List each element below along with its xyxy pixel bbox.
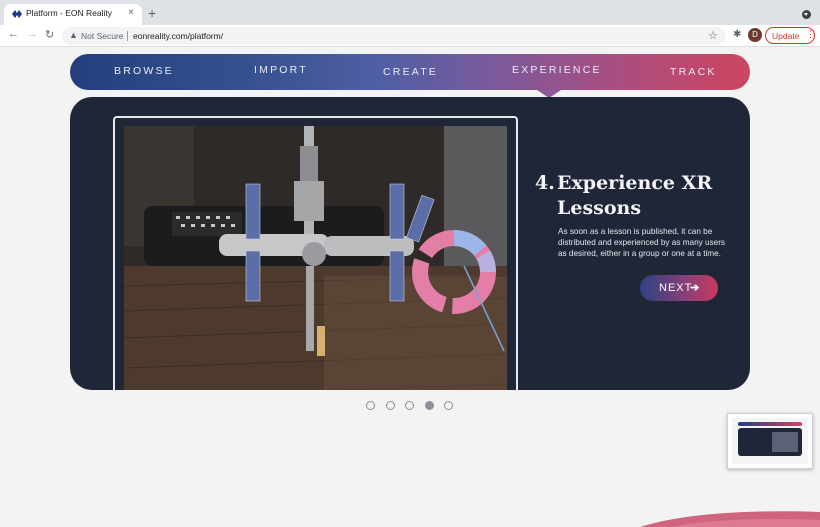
omnibox-divider — [127, 31, 128, 41]
slide-title-line2: Lessons — [557, 197, 642, 219]
address-bar[interactable]: ▲ Not Secure eonreality.com/platform/ ☆ — [62, 27, 726, 45]
tab-title: Platform - EON Reality — [26, 8, 112, 18]
url-text[interactable]: eonreality.com/platform/ — [133, 31, 223, 41]
forward-icon[interactable]: → — [27, 28, 38, 40]
slide-description: As soon as a lesson is published, it can… — [558, 227, 726, 258]
thumbnail-panel — [738, 428, 802, 456]
browser-tab-strip: Platform - EON Reality × + — [0, 0, 820, 25]
thumbnail-scene — [772, 432, 798, 452]
space-station-illustration — [124, 126, 507, 390]
bookmark-star-icon[interactable]: ☆ — [708, 29, 718, 42]
pager-dot-1[interactable] — [366, 401, 375, 410]
eon-logo-icon — [12, 10, 22, 18]
decorative-wave — [640, 511, 820, 527]
thumbnail-nav — [738, 422, 802, 426]
kebab-menu-icon: ⋮ — [806, 29, 815, 39]
browser-tab[interactable]: Platform - EON Reality × — [4, 4, 142, 25]
pager-dot-5[interactable] — [444, 401, 453, 410]
extensions-icon[interactable]: ✱ — [733, 29, 741, 40]
tab-close-icon[interactable]: × — [128, 7, 134, 18]
nav-import[interactable]: IMPORT — [254, 64, 308, 76]
pager-dot-4[interactable] — [425, 401, 434, 410]
nav-experience[interactable]: EXPERIENCE — [512, 64, 602, 76]
update-label: Update — [772, 31, 800, 41]
tab-search-icon[interactable] — [802, 10, 811, 19]
security-label[interactable]: Not Secure — [81, 31, 124, 41]
profile-avatar[interactable]: D — [748, 28, 762, 42]
browser-toolbar: ← → ↻ ▲ Not Secure eonreality.com/platfo… — [0, 25, 820, 47]
xr-scene-image — [124, 126, 507, 390]
nav-browse[interactable]: BROWSE — [114, 65, 174, 77]
page-preview-thumbnail[interactable] — [727, 413, 813, 469]
warning-icon: ▲ — [69, 30, 78, 40]
slide-title: 4. Experience XR Lessons — [535, 171, 735, 221]
update-button[interactable]: Update ⋮ — [765, 27, 815, 44]
nav-create[interactable]: CREATE — [383, 66, 438, 78]
device-frame — [113, 116, 518, 390]
pager-dot-3[interactable] — [405, 401, 414, 410]
slide-number: 4. — [535, 172, 555, 194]
back-icon[interactable]: ← — [8, 28, 19, 40]
reload-icon[interactable]: ↻ — [45, 28, 54, 41]
slide-panel: 4. Experience XR Lessons As soon as a les… — [70, 97, 750, 390]
next-label: NEXT — [659, 282, 693, 294]
thumbnail-image — [732, 418, 808, 464]
slide-title-line1: Experience XR — [557, 172, 713, 194]
new-tab-button[interactable]: + — [148, 6, 156, 20]
next-button[interactable]: NEXT ➔ — [640, 275, 718, 301]
platform-nav-bar: BROWSE IMPORT CREATE EXPERIENCE TRACK — [70, 54, 750, 90]
nav-track[interactable]: TRACK — [670, 66, 717, 78]
pager-dot-2[interactable] — [386, 401, 395, 410]
arrow-right-icon: ➔ — [690, 282, 700, 294]
